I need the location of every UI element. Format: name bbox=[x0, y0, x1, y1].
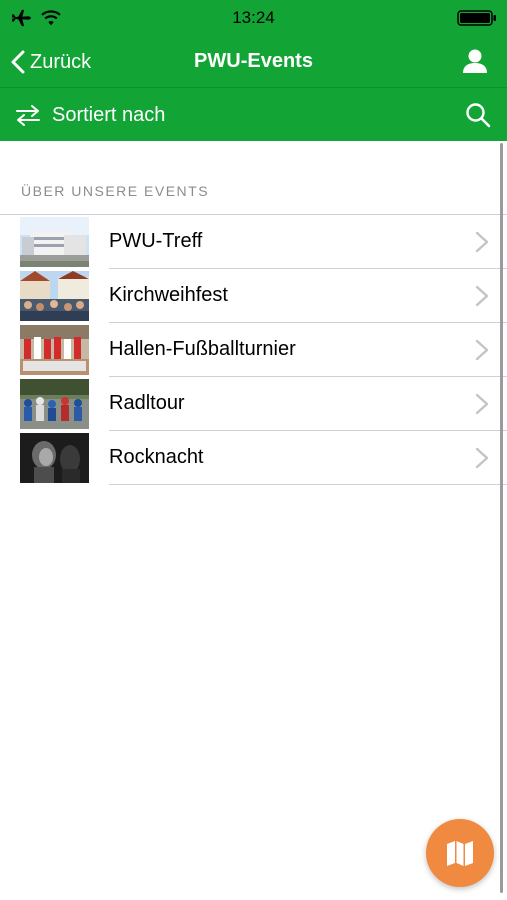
list-item-hallen-fussballturnier[interactable]: Hallen-Fußballturnier bbox=[0, 323, 507, 377]
sort-button[interactable]: Sortiert nach bbox=[14, 88, 165, 142]
search-icon[interactable] bbox=[465, 102, 491, 128]
chevron-right-icon bbox=[475, 231, 489, 253]
filter-bar: Sortiert nach bbox=[0, 87, 507, 141]
list-item-radltour[interactable]: Radltour bbox=[0, 377, 507, 431]
event-thumbnail bbox=[20, 217, 89, 267]
chevron-right-icon bbox=[475, 393, 489, 415]
chevron-right-icon bbox=[475, 447, 489, 469]
event-thumbnail bbox=[20, 379, 89, 429]
event-thumbnail bbox=[20, 433, 89, 483]
swap-arrows-icon bbox=[16, 105, 40, 126]
navigation-bar: Zurück PWU-Events bbox=[0, 36, 507, 87]
event-thumbnail bbox=[20, 271, 89, 321]
chevron-right-icon bbox=[475, 285, 489, 307]
event-label: Hallen-Fußballturnier bbox=[109, 338, 296, 360]
section-header: ÜBER UNSERE EVENTS bbox=[21, 183, 210, 199]
status-time: 13:24 bbox=[232, 8, 275, 27]
list-item-rocknacht[interactable]: Rocknacht bbox=[0, 431, 507, 485]
event-label: Radltour bbox=[109, 392, 185, 414]
event-list: PWU-Treff Kirchweihfest Hallen-Fußballtu… bbox=[0, 215, 507, 485]
sort-label: Sortiert nach bbox=[52, 103, 166, 126]
person-icon[interactable] bbox=[461, 48, 489, 74]
list-item-kirchweihfest[interactable]: Kirchweihfest bbox=[0, 269, 507, 323]
event-thumbnail bbox=[20, 325, 89, 375]
divider bbox=[109, 484, 507, 485]
scrollbar[interactable] bbox=[500, 143, 503, 893]
page-title: PWU-Events bbox=[194, 50, 313, 72]
battery-icon bbox=[457, 10, 496, 26]
list-item-pwu-treff[interactable]: PWU-Treff bbox=[0, 215, 507, 269]
event-label: Rocknacht bbox=[109, 446, 204, 468]
map-icon bbox=[447, 841, 473, 866]
chevron-right-icon bbox=[475, 339, 489, 361]
event-label: PWU-Treff bbox=[109, 230, 203, 252]
status-bar: 13:24 bbox=[0, 0, 507, 36]
event-label: Kirchweihfest bbox=[109, 284, 228, 306]
map-button[interactable] bbox=[426, 819, 494, 887]
